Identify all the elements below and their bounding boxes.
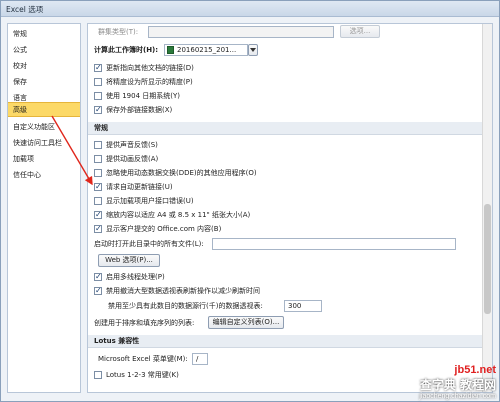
update-links-label: 更新指向其他文档的链接(D) — [106, 64, 194, 72]
option-office-content[interactable]: 显示客户提交的 Office.com 内容(B) — [88, 223, 468, 235]
multithread-label: 启用多线程处理(P) — [106, 273, 165, 281]
options-button[interactable]: 选项... — [340, 25, 380, 38]
edit-custom-lists-button[interactable]: 编辑自定义列表(O)... — [208, 316, 284, 329]
title-bar: Excel 选项 — [1, 1, 499, 17]
chevron-down-icon — [250, 48, 256, 52]
watermark-cn: 查字典 教程网 — [419, 378, 496, 392]
option-save-external[interactable]: 保存外部链接数据(X) — [88, 104, 468, 116]
auto-update-links-checkbox[interactable] — [94, 181, 102, 193]
option-auto-update-links[interactable]: 请求自动更新链接(U) — [88, 181, 468, 193]
addin-errors-checkbox[interactable] — [94, 197, 102, 205]
watermark-site: jb51.net — [454, 364, 496, 376]
option-ignore-dde[interactable]: 忽略使用动态数据交换(DDE)的其他应用程序(O) — [88, 167, 468, 179]
lotus-menu-key-label: Microsoft Excel 菜单键(M): — [98, 355, 188, 363]
update-links-checkbox[interactable] — [94, 62, 102, 74]
section-general-header: 常规 — [88, 122, 482, 135]
startup-folder-row: 启动时打开此目录中的所有文件(L): — [88, 238, 478, 250]
option-pivot-undo[interactable]: 禁用撤消大型数据透视表刷新操作以减少刷新时间 — [88, 285, 468, 297]
ignore-dde-label: 忽略使用动态数据交换(DDE)的其他应用程序(O) — [106, 169, 257, 177]
excel-options-window: Excel 选项 常规 公式 校对 保存 语言 高级 自定义功能区 快速访问工具… — [0, 0, 500, 402]
sound-feedback-label: 提供声音反馈(S) — [106, 141, 158, 149]
option-sound-feedback[interactable]: 提供声音反馈(S) — [88, 139, 468, 151]
sidebar-item-trust-center[interactable]: 信任中心 — [8, 168, 80, 183]
option-update-links[interactable]: 更新指向其他文档的链接(D) — [88, 62, 468, 74]
sidebar-item-general[interactable]: 常规 — [8, 27, 80, 42]
date-1904-checkbox[interactable] — [94, 92, 102, 100]
lotus-menu-key-input[interactable]: / — [192, 353, 208, 365]
pivot-undo-checkbox[interactable] — [94, 285, 102, 297]
option-multithread[interactable]: 启用多线程处理(P) — [88, 271, 468, 283]
date-1904-label: 使用 1904 日期系统(Y) — [106, 92, 181, 100]
workbook-select-value: 20160215_201... — [177, 46, 237, 54]
watermark: jb51.net 查字典 教程网 jiaocheng.chazidian.com — [419, 364, 496, 400]
auto-update-links-label: 请求自动更新链接(U) — [106, 183, 173, 191]
window-title: Excel 选项 — [6, 5, 44, 14]
startup-folder-input[interactable] — [212, 238, 456, 250]
precision-label: 将精度设为所显示的精度(P) — [106, 78, 193, 86]
workbook-select[interactable]: 20160215_201... — [164, 44, 248, 56]
scrollbar-thumb[interactable] — [484, 204, 491, 314]
animation-feedback-checkbox[interactable] — [94, 155, 102, 163]
addin-errors-label: 显示加载项用户接口错误(U) — [106, 197, 194, 205]
option-precision[interactable]: 将精度设为所显示的精度(P) — [88, 76, 468, 88]
save-external-label: 保存外部链接数据(X) — [106, 106, 173, 114]
ignore-dde-checkbox[interactable] — [94, 169, 102, 177]
section-lotus-header: Lotus 兼容性 — [88, 335, 482, 348]
group-type-row: 群集类型(T): 选项... — [88, 25, 468, 38]
sound-feedback-checkbox[interactable] — [94, 141, 102, 149]
option-scale-a4[interactable]: 缩放内容以适应 A4 或 8.5 x 11" 纸张大小(A) — [88, 209, 468, 221]
scale-a4-label: 缩放内容以适应 A4 或 8.5 x 11" 纸张大小(A) — [106, 211, 251, 219]
precision-checkbox[interactable] — [94, 78, 102, 86]
advanced-settings-panel: 群集类型(T): 选项... 计算此工作簿时(H): 20160215_201.… — [87, 23, 493, 393]
calc-workbook-row: 计算此工作簿时(H): 20160215_201... — [88, 44, 468, 56]
lotus-nav-keys-label: Lotus 1-2-3 常用键(K) — [106, 371, 179, 379]
sort-lists-row: 创建用于排序和填充序列的列表: 编辑自定义列表(O)... — [88, 316, 478, 329]
option-animation-feedback[interactable]: 提供动画反馈(A) — [88, 153, 468, 165]
pivot-rows-row: 禁用至少具有此数目的数据源行(千)的数据透视表: 300 — [88, 300, 478, 312]
pivot-rows-label: 禁用至少具有此数目的数据源行(千)的数据透视表: — [108, 302, 263, 310]
sidebar-item-advanced[interactable]: 高级 — [8, 102, 80, 117]
scale-a4-checkbox[interactable] — [94, 209, 102, 221]
pivot-undo-label: 禁用撤消大型数据透视表刷新操作以减少刷新时间 — [106, 287, 260, 295]
workbook-dropdown-button[interactable] — [248, 44, 258, 56]
startup-folder-label: 启动时打开此目录中的所有文件(L): — [94, 240, 204, 248]
sidebar-item-proofing[interactable]: 校对 — [8, 59, 80, 74]
option-addin-errors[interactable]: 显示加载项用户接口错误(U) — [88, 195, 468, 207]
option-lotus-nav-keys[interactable]: Lotus 1-2-3 常用键(K) — [88, 369, 468, 381]
web-options-button[interactable]: Web 选项(P)... — [98, 254, 160, 267]
excel-file-icon — [167, 46, 174, 54]
office-content-label: 显示客户提交的 Office.com 内容(B) — [106, 225, 222, 233]
save-external-checkbox[interactable] — [94, 104, 102, 116]
watermark-url: jiaocheng.chazidian.com — [419, 393, 496, 400]
sidebar-item-quick-access-toolbar[interactable]: 快速访问工具栏 — [8, 136, 80, 151]
sort-lists-label: 创建用于排序和填充序列的列表: — [94, 319, 195, 327]
sidebar-item-save[interactable]: 保存 — [8, 75, 80, 90]
category-sidebar: 常规 公式 校对 保存 语言 高级 自定义功能区 快速访问工具栏 加载项 信任中… — [7, 23, 81, 393]
vertical-scrollbar[interactable] — [482, 24, 492, 392]
lotus-nav-keys-checkbox[interactable] — [94, 371, 102, 379]
sidebar-item-add-ins[interactable]: 加载项 — [8, 152, 80, 167]
group-type-select[interactable] — [148, 26, 334, 38]
calc-workbook-label: 计算此工作簿时(H): — [94, 46, 159, 54]
pivot-rows-input[interactable]: 300 — [284, 300, 322, 312]
office-content-checkbox[interactable] — [94, 223, 102, 235]
multithread-checkbox[interactable] — [94, 271, 102, 283]
option-1904-date[interactable]: 使用 1904 日期系统(Y) — [88, 90, 468, 102]
animation-feedback-label: 提供动画反馈(A) — [106, 155, 159, 163]
sidebar-item-customize-ribbon[interactable]: 自定义功能区 — [8, 120, 80, 135]
sidebar-item-formulas[interactable]: 公式 — [8, 43, 80, 58]
group-type-label: 群集类型(T): — [98, 28, 139, 36]
